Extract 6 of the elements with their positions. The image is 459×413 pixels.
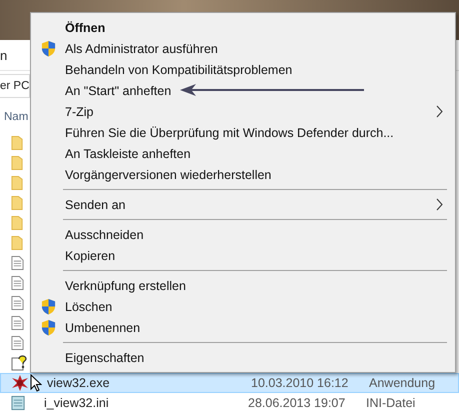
- file-type: Anwendung: [369, 376, 436, 390]
- file-name: view32.exe: [47, 376, 111, 390]
- file-type: INI-Datei: [366, 396, 416, 410]
- file-date: 10.03.2010 16:12: [251, 376, 350, 390]
- file-date: 28.06.2013 19:07: [248, 396, 346, 410]
- file-name: i_view32.ini: [44, 396, 110, 410]
